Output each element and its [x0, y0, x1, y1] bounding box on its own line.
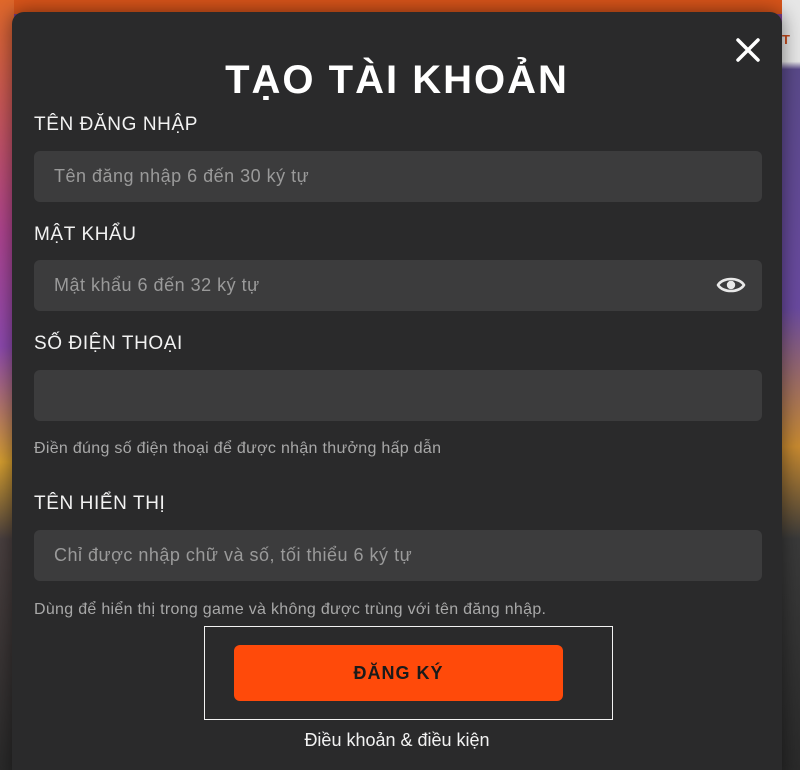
username-label: TÊN ĐĂNG NHẬP: [34, 114, 199, 135]
phone-hint: Điền đúng số điện thoại để được nhận thư…: [34, 440, 442, 457]
close-icon: [736, 38, 760, 62]
modal-title: TẠO TÀI KHOẢN: [225, 58, 569, 102]
display-name-input[interactable]: [34, 530, 762, 581]
password-label: MẬT KHẨU: [34, 224, 137, 245]
password-visibility-toggle[interactable]: [716, 274, 746, 296]
eye-icon: [716, 277, 746, 293]
terms-link[interactable]: Điều khoản & điều kiện: [12, 730, 782, 751]
username-input[interactable]: [34, 151, 762, 202]
close-button[interactable]: [732, 34, 764, 66]
background-tab-text: T: [782, 32, 790, 47]
password-input[interactable]: [34, 260, 762, 311]
phone-label: SỐ ĐIỆN THOẠI: [34, 333, 183, 354]
register-button[interactable]: ĐĂNG KÝ: [234, 645, 563, 701]
display-name-hint: Dùng để hiển thị trong game và không đượ…: [34, 601, 547, 618]
background-right-edge: [782, 0, 800, 770]
phone-input[interactable]: [34, 370, 762, 421]
create-account-modal: TẠO TÀI KHOẢN TÊN ĐĂNG NHẬP MẬT KHẨU SỐ …: [12, 12, 782, 770]
display-name-label: TÊN HIỂN THỊ: [34, 493, 166, 514]
